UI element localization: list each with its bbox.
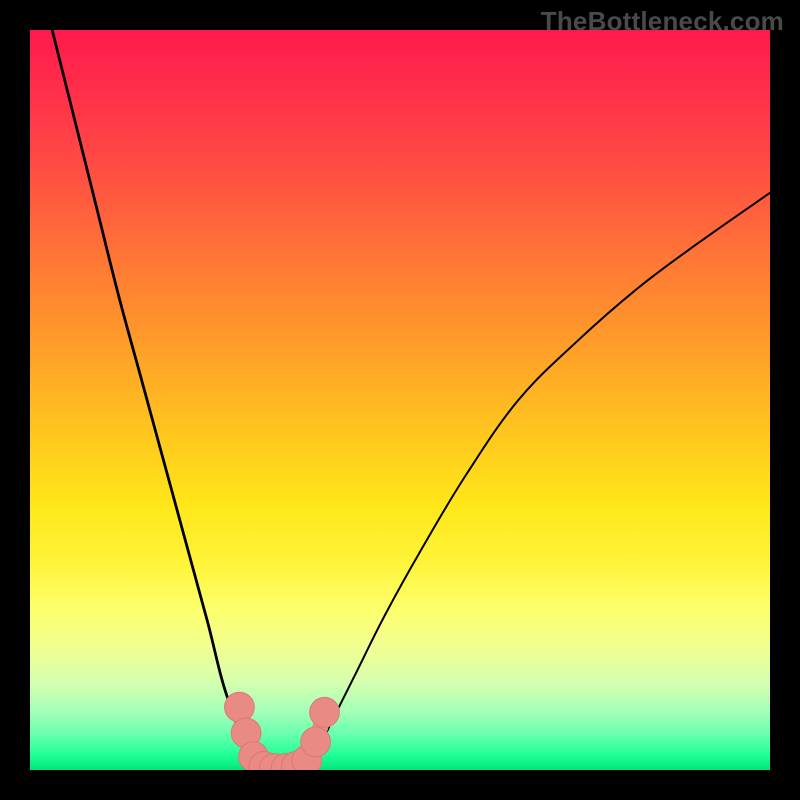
watermark-text: TheBottleneck.com bbox=[541, 6, 784, 37]
curve-layer bbox=[30, 30, 770, 770]
data-marker bbox=[225, 692, 255, 722]
chart-frame: TheBottleneck.com bbox=[0, 0, 800, 800]
plot-area bbox=[30, 30, 770, 770]
curve-left-curve bbox=[52, 30, 259, 770]
curve-right-curve bbox=[304, 193, 770, 770]
data-marker bbox=[310, 697, 340, 727]
data-marker bbox=[301, 727, 331, 757]
